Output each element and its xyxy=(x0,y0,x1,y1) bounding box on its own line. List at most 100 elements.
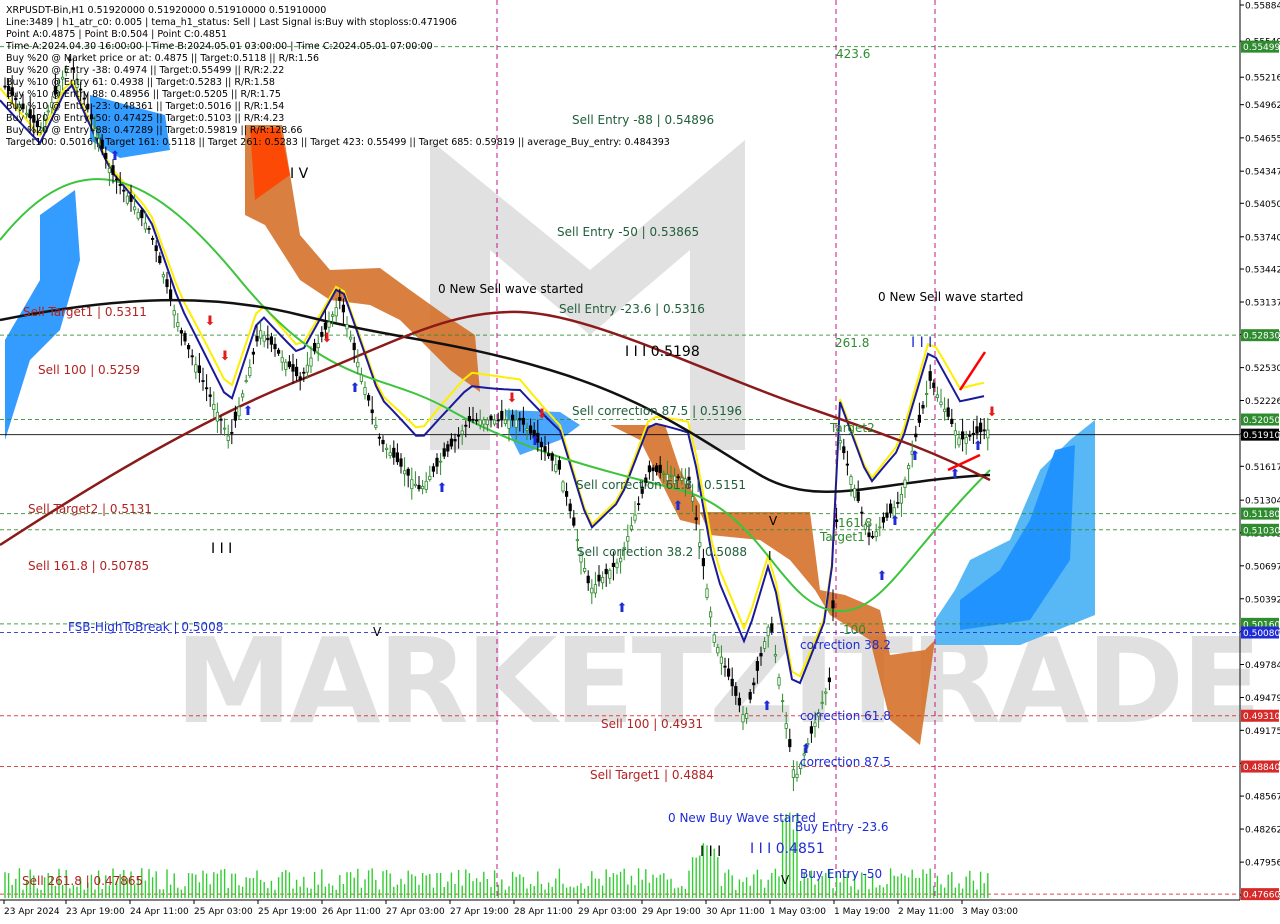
candle-body xyxy=(759,653,763,657)
price-tick-label: 0.51617 xyxy=(1245,463,1280,473)
info-line-3: Time A:2024.04.30 16:00:00 | Time B:2024… xyxy=(5,41,433,52)
chart-label-17: Sell 161.8 | 0.50785 xyxy=(28,559,149,573)
candle-body xyxy=(881,516,886,523)
candle-body xyxy=(755,661,760,671)
candle-body xyxy=(982,429,986,432)
candle-body xyxy=(366,395,371,401)
candle-body xyxy=(140,209,144,219)
price-tick-label: 0.47956 xyxy=(1245,859,1280,869)
buy-arrow-icon: ⬆ xyxy=(673,499,684,514)
info-line-0: XRPUSDT-Bin,H1 0.51920000 0.51920000 0.5… xyxy=(6,5,326,16)
info-line-2: Point A:0.4875 | Point B:0.504 | Point C… xyxy=(6,29,227,40)
chart-label-27: I I I 0.4851 xyxy=(750,841,825,857)
price-tag-label: 0.52830 xyxy=(1243,332,1280,342)
candle-body xyxy=(723,665,727,668)
candle-body xyxy=(176,322,180,327)
candle-body xyxy=(399,458,403,467)
candle-body xyxy=(914,433,918,438)
price-tick-label: 0.48262 xyxy=(1245,826,1280,836)
candle-body xyxy=(496,419,500,422)
candle-body xyxy=(878,526,882,529)
candle-body xyxy=(237,406,241,417)
price-tick-label: 0.54050 xyxy=(1245,200,1280,210)
buy-arrow-icon: ⬆ xyxy=(950,467,961,482)
candle-body xyxy=(529,425,533,434)
chart-root: MARKETZITRADE ⬆ ⬆ ⬆ ⬆ ⬆ ⬆ ⬆ ⬆ ⬆ ⬆ ⬆ ⬆ ⬆ ⬆ ⬇ ⬇ ⬇ ⬇ ⬇ ⬇ 423.6 Se… xyxy=(0,0,1280,920)
candle-body xyxy=(583,568,587,572)
candle-body xyxy=(820,701,824,704)
chart-label-20: correction 38.2 xyxy=(800,638,891,652)
candle-body xyxy=(482,419,486,425)
candle-body xyxy=(194,364,198,373)
candle-body xyxy=(597,574,601,582)
chart-label-30: I V xyxy=(290,166,309,182)
time-tick-label: 27 Apr 03:00 xyxy=(386,907,445,917)
sell-arrow-icon: ⬇ xyxy=(220,349,231,364)
candle-body xyxy=(377,436,382,439)
candle-body xyxy=(115,178,119,181)
price-tag-label: 0.51180 xyxy=(1243,510,1280,520)
time-tick-label: 23 Apr 2024 xyxy=(4,907,60,917)
sell-arrow-icon: ⬇ xyxy=(205,314,216,329)
candle-body xyxy=(374,424,378,428)
candle-body xyxy=(730,678,734,687)
candle-body xyxy=(370,409,374,414)
candle-body xyxy=(521,417,526,425)
candle-body xyxy=(781,700,785,703)
candle-body xyxy=(860,511,864,514)
candle-body xyxy=(413,483,418,486)
candle-body xyxy=(294,366,299,377)
candle-body xyxy=(961,431,965,440)
candle-body xyxy=(147,227,151,230)
chart-label-36: I I I xyxy=(700,844,721,860)
price-axis: 0.558840.555490.552160.549620.546550.543… xyxy=(1240,2,1280,902)
candle-body xyxy=(655,465,659,473)
chart-label-4: Sell Entry -23.6 | 0.5316 xyxy=(559,302,705,316)
price-tick-label: 0.53137 xyxy=(1245,298,1280,308)
chart-label-18: FSB-HighToBreak | 0.5008 xyxy=(68,620,223,634)
candle-body xyxy=(111,165,115,175)
candle-body xyxy=(611,562,616,567)
candle-body xyxy=(334,307,338,317)
chart-label-7: Sell 100 | 0.5259 xyxy=(38,363,140,377)
candle-body xyxy=(925,393,929,396)
candle-body xyxy=(885,512,889,518)
candle-body xyxy=(327,321,331,328)
chart-label-29: Sell 261.8 | 0.47865 xyxy=(22,874,143,888)
candle-body xyxy=(485,419,490,426)
candle-body xyxy=(503,419,508,425)
candle-body xyxy=(712,634,716,643)
candle-body xyxy=(172,310,176,316)
price-tick-label: 0.51304 xyxy=(1245,497,1280,507)
chart-label-26: Buy Entry -23.6 xyxy=(795,820,889,834)
candle-body xyxy=(233,411,237,421)
chart-label-14: 161.8 xyxy=(838,516,872,530)
buy-arrow-icon: ⬆ xyxy=(530,434,541,449)
candle-body xyxy=(226,435,230,441)
candle-body xyxy=(312,342,317,352)
candle-body xyxy=(266,337,270,341)
candle-body xyxy=(420,485,425,490)
chart-label-33: V xyxy=(769,514,778,528)
candle-body xyxy=(889,503,893,513)
time-tick-label: 30 Apr 11:00 xyxy=(706,907,765,917)
chart-label-15: Target1 xyxy=(819,530,865,544)
candle-body xyxy=(190,355,194,358)
candle-body xyxy=(593,584,598,594)
chart-label-34: I I I xyxy=(911,335,932,351)
candle-body xyxy=(561,481,565,492)
candle-body xyxy=(471,418,475,421)
chart-label-25: 0 New Buy Wave started xyxy=(668,811,816,825)
time-tick-label: 2 May 11:00 xyxy=(898,907,954,917)
price-tag-label: 0.49310 xyxy=(1243,712,1280,722)
price-tag-label: 0.55499 xyxy=(1243,43,1280,53)
buy-arrow-icon: ⬆ xyxy=(910,449,921,464)
candle-body xyxy=(208,394,212,397)
chart-label-22: Sell 100 | 0.4931 xyxy=(601,717,703,731)
chart-label-2: Sell Entry -50 | 0.53865 xyxy=(557,225,699,239)
price-tick-label: 0.52530 xyxy=(1245,364,1280,374)
price-tick-label: 0.54347 xyxy=(1245,168,1280,178)
candle-body xyxy=(651,467,655,472)
chart-label-19: 100 xyxy=(843,623,866,637)
candle-body xyxy=(417,484,421,490)
